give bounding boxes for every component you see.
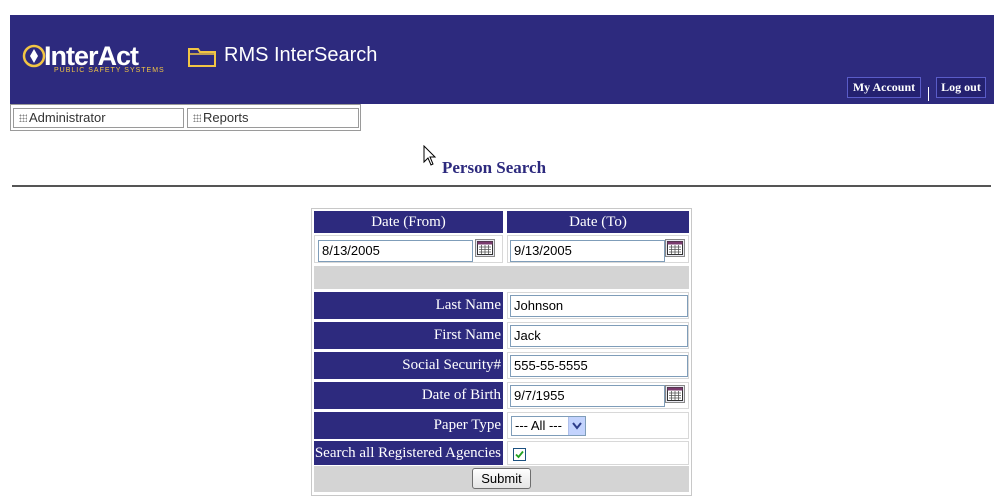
paper-type-cell: --- All --- <box>507 412 689 439</box>
submit-button[interactable]: Submit <box>472 468 531 489</box>
date-to-calendar-button[interactable] <box>665 239 685 257</box>
title-divider <box>12 185 991 187</box>
ssn-input[interactable]: 555-55-5555 <box>510 355 688 377</box>
dob-label: Date of Birth <box>314 382 503 409</box>
date-from-header: Date (From) <box>314 211 503 233</box>
log-out-button[interactable]: Log out <box>936 77 986 98</box>
my-account-button[interactable]: My Account <box>847 77 921 98</box>
grip-icon <box>19 114 27 122</box>
ssn-label: Social Security# <box>314 352 503 379</box>
app-header: InterAct PUBLIC SAFETY SYSTEMS RMS Inter… <box>10 15 994 104</box>
paper-type-label: Paper Type <box>314 412 503 439</box>
logo-subtext: PUBLIC SAFETY SYSTEMS <box>54 67 165 74</box>
menu-bar: Administrator Reports <box>10 104 361 131</box>
person-search-form: Date (From) Date (To) 8/13/2005 9/13/200… <box>311 208 692 496</box>
chevron-down-icon <box>572 422 582 430</box>
ssn-cell: 555-55-5555 <box>507 352 689 379</box>
interact-logo-icon <box>22 44 46 68</box>
calendar-icon <box>667 387 683 401</box>
paper-type-value: --- All --- <box>515 418 562 433</box>
first-name-cell: Jack <box>507 322 689 349</box>
paper-type-select[interactable]: --- All --- <box>511 416 586 436</box>
date-to-header: Date (To) <box>507 211 689 233</box>
calendar-icon <box>667 241 683 255</box>
interact-logo: InterAct PUBLIC SAFETY SYSTEMS <box>22 40 172 78</box>
dob-cell: 9/7/1955 <box>507 382 689 409</box>
last-name-input[interactable]: Johnson <box>510 295 688 317</box>
dob-calendar-button[interactable] <box>665 385 685 403</box>
checkmark-icon <box>515 450 524 459</box>
header-divider <box>928 87 929 101</box>
menu-item-reports[interactable]: Reports <box>187 108 359 128</box>
menu-item-label: Administrator <box>29 110 106 125</box>
last-name-cell: Johnson <box>507 292 689 319</box>
menu-item-label: Reports <box>203 110 249 125</box>
date-to-input[interactable]: 9/13/2005 <box>510 240 665 262</box>
dob-input[interactable]: 9/7/1955 <box>510 385 665 407</box>
date-from-cell: 8/13/2005 <box>314 235 503 263</box>
folder-icon <box>188 48 216 67</box>
page-title: Person Search <box>442 158 547 177</box>
app-title: RMS InterSearch <box>224 44 378 66</box>
date-from-input[interactable]: 8/13/2005 <box>318 240 473 262</box>
search-all-label: Search all Registered Agencies <box>314 441 503 465</box>
date-from-calendar-button[interactable] <box>475 239 495 257</box>
date-to-cell: 9/13/2005 <box>507 235 689 263</box>
first-name-input[interactable]: Jack <box>510 325 688 347</box>
form-spacer <box>314 266 689 289</box>
first-name-label: First Name <box>314 322 503 349</box>
search-all-checkbox[interactable] <box>513 448 526 461</box>
menu-item-administrator[interactable]: Administrator <box>13 108 184 128</box>
search-all-cell <box>507 441 689 465</box>
last-name-label: Last Name <box>314 292 503 319</box>
mouse-cursor-icon <box>423 145 437 166</box>
paper-type-dropdown-button[interactable] <box>568 417 585 435</box>
grip-icon <box>193 114 201 122</box>
calendar-icon <box>477 241 493 255</box>
